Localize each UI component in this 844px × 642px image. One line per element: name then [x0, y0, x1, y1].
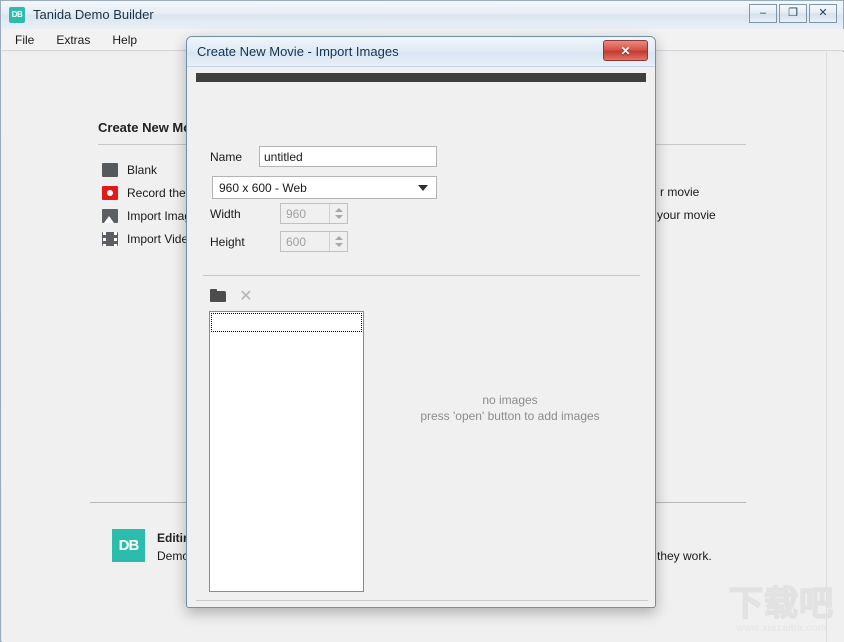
- folder-body-shape: [210, 291, 226, 302]
- feature-description-fragment: they work.: [657, 549, 712, 563]
- dialog-titlebar: Create New Movie - Import Images ✕: [187, 37, 655, 67]
- width-stepper[interactable]: 960: [280, 203, 348, 224]
- screen: DB Tanida Demo Builder – ❐ ✕ File Extras…: [0, 0, 844, 642]
- menu-item-file[interactable]: File: [6, 31, 43, 49]
- dialog-footer-divider: [196, 600, 648, 601]
- height-stepper-buttons[interactable]: [329, 232, 347, 251]
- menu-item-extras[interactable]: Extras: [47, 31, 99, 49]
- remove-image-icon[interactable]: ✕: [238, 288, 254, 304]
- app-logo-icon: DB: [9, 7, 25, 23]
- chevron-up-icon[interactable]: [335, 208, 343, 212]
- application-title: Tanida Demo Builder: [33, 7, 154, 22]
- option-import-images[interactable]: Import Image: [102, 206, 198, 226]
- menu-item-help[interactable]: Help: [103, 31, 146, 49]
- close-button[interactable]: ✕: [809, 4, 837, 23]
- resolution-preset-value: 960 x 600 - Web: [219, 181, 307, 195]
- create-new-movie-dialog: Create New Movie - Import Images ✕ Name …: [186, 36, 656, 608]
- empty-state-line-2: press 'open' button to add images: [381, 408, 639, 424]
- option-description-fragment-2: your movie: [657, 208, 716, 222]
- list-focus-indicator: [211, 313, 362, 332]
- create-new-movie-heading: Create New Mov: [98, 120, 198, 135]
- open-folder-icon[interactable]: [210, 289, 227, 303]
- chevron-down-icon[interactable]: [335, 243, 343, 247]
- resolution-preset-select[interactable]: 960 x 600 - Web: [212, 176, 437, 199]
- name-label: Name: [210, 150, 242, 164]
- width-stepper-buttons[interactable]: [329, 204, 347, 223]
- dialog-content: Name 960 x 600 - Web Width 960 Height 60…: [196, 82, 646, 608]
- height-value: 600: [281, 235, 329, 249]
- empty-state-line-1: no images: [381, 392, 639, 408]
- import-video-icon: [102, 232, 118, 246]
- chevron-up-icon[interactable]: [335, 236, 343, 240]
- watermark-logo-text: 下载吧: [729, 587, 834, 621]
- record-icon: [102, 186, 118, 200]
- minimize-button[interactable]: –: [749, 4, 777, 23]
- width-value: 960: [281, 207, 329, 221]
- content-scrollbar[interactable]: [826, 52, 843, 642]
- dialog-close-button[interactable]: ✕: [603, 40, 648, 61]
- feature-logo-icon: DB: [112, 529, 145, 562]
- window-controls: – ❐ ✕: [749, 4, 837, 23]
- empty-state-message: no images press 'open' button to add ima…: [381, 392, 639, 424]
- dialog-section-divider: [203, 275, 640, 276]
- blank-icon: [102, 163, 118, 177]
- import-images-icon: [102, 209, 118, 223]
- height-label: Height: [210, 235, 245, 249]
- watermark: 下载吧 www.xiazaiba.com: [729, 587, 834, 634]
- name-input[interactable]: [259, 146, 437, 167]
- image-list[interactable]: [209, 311, 364, 592]
- watermark-url: www.xiazaiba.com: [729, 623, 834, 634]
- chevron-down-icon: [418, 185, 428, 191]
- option-blank[interactable]: Blank: [102, 160, 157, 180]
- application-titlebar: DB Tanida Demo Builder: [1, 1, 843, 28]
- option-import-video-label: Import Video: [127, 232, 195, 246]
- option-blank-label: Blank: [127, 163, 157, 177]
- dialog-title: Create New Movie - Import Images: [197, 44, 399, 59]
- width-label: Width: [210, 207, 241, 221]
- dialog-header-strip: [196, 73, 646, 82]
- height-stepper[interactable]: 600: [280, 231, 348, 252]
- option-description-fragment-1: r movie: [660, 185, 699, 199]
- option-import-video[interactable]: Import Video: [102, 229, 195, 249]
- restore-button[interactable]: ❐: [779, 4, 807, 23]
- chevron-down-icon[interactable]: [335, 215, 343, 219]
